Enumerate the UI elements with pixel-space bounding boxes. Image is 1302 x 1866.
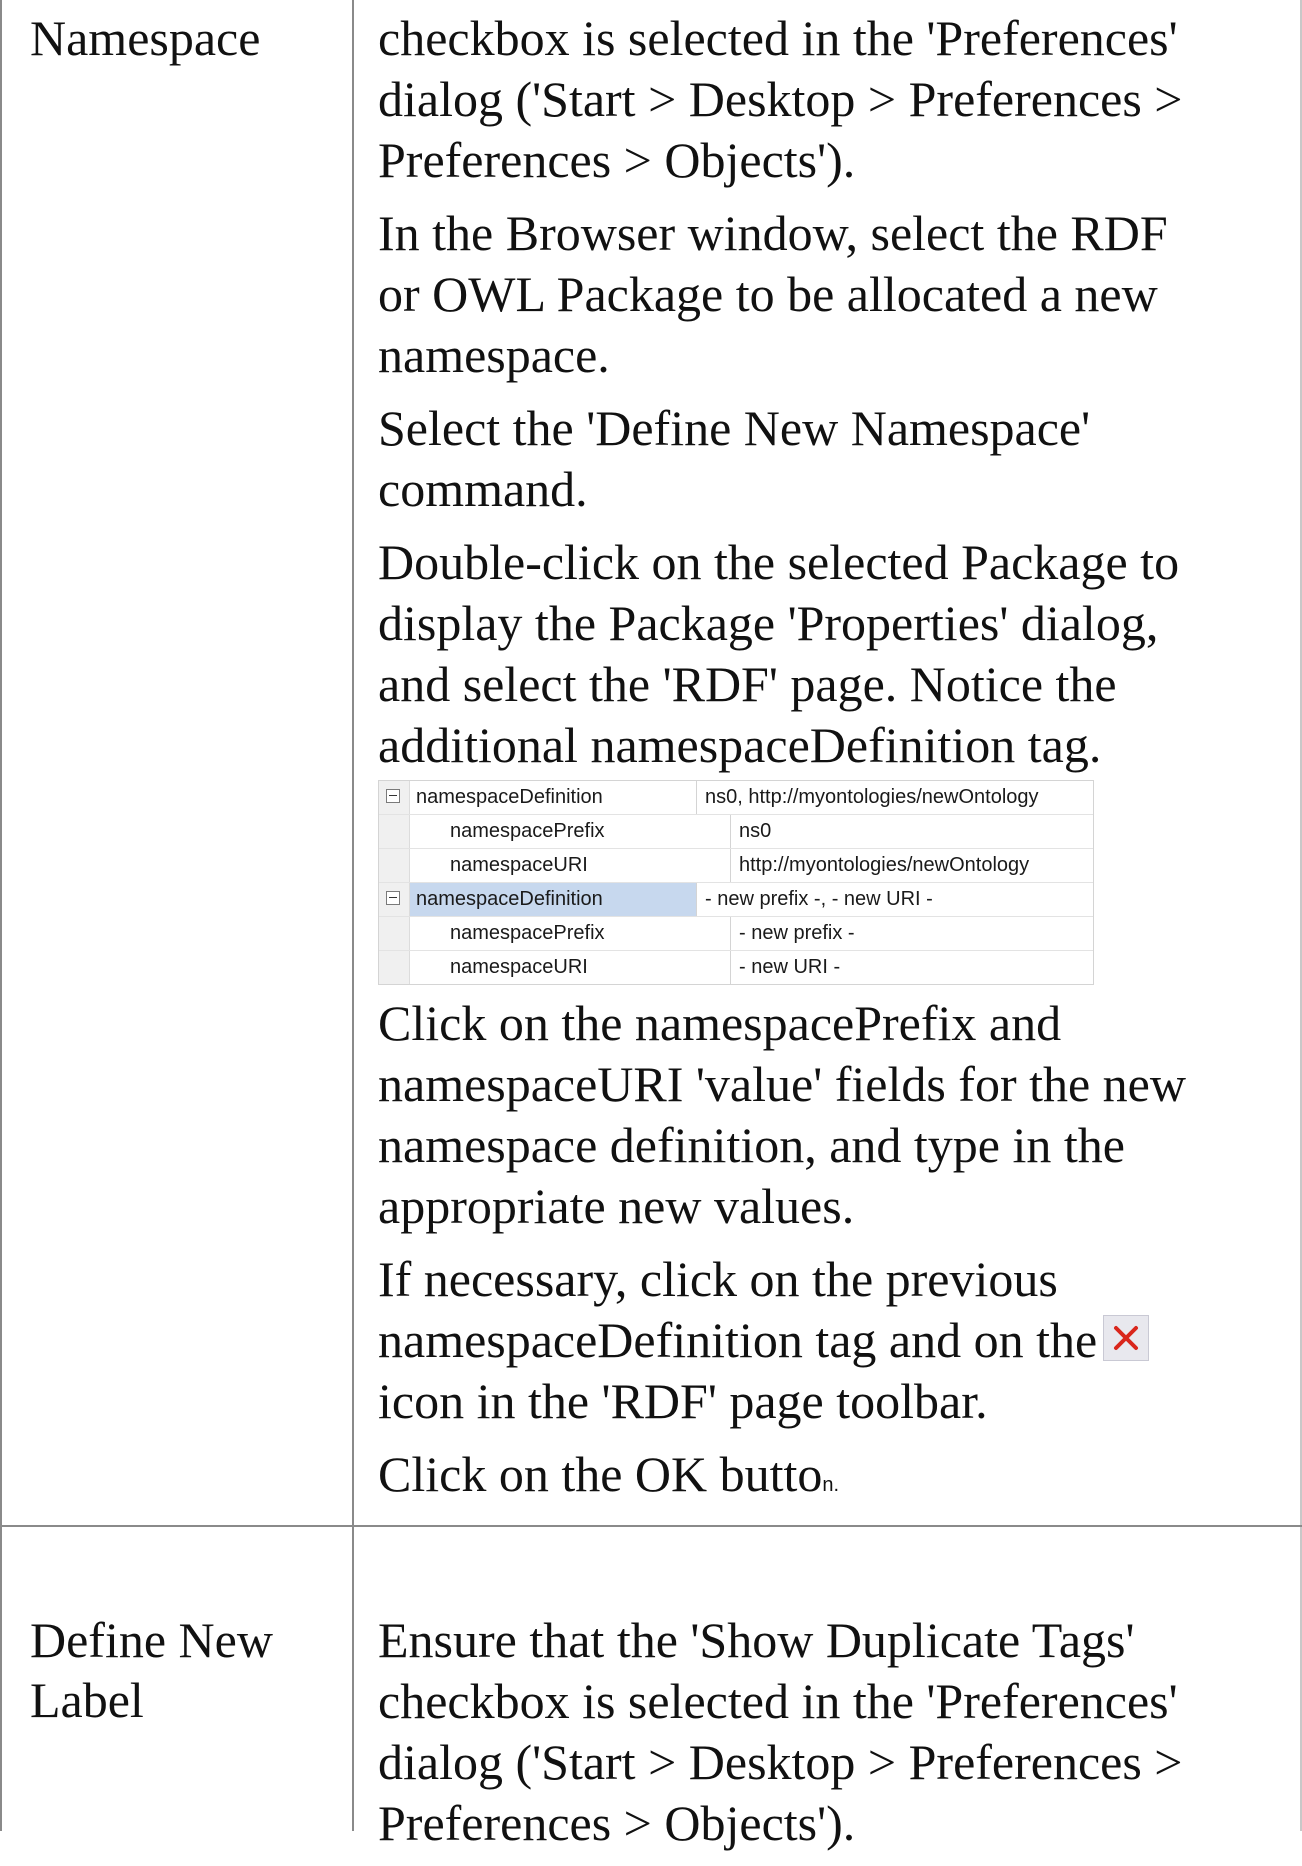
collapse-minus-icon[interactable] [386,891,400,905]
grid-property-value[interactable]: http://myontologies/newOntology [731,849,1093,882]
grid-property-name: namespacePrefix [410,815,731,848]
collapse-minus-icon[interactable] [386,789,400,803]
property-grid: namespaceDefinition ns0, http://myontolo… [378,780,1094,985]
document-table: Namespace checkbox is selected in the 'P… [0,0,1302,1851]
paragraph-double-click: Double-click on the selected Package to … [378,534,1180,773]
grid-property-value[interactable]: ns0 [731,815,1093,848]
grid-property-value[interactable]: - new prefix - [731,917,1093,950]
grid-row[interactable]: namespaceDefinition - new prefix -, - ne… [379,883,1093,917]
paragraph-click-fields: Click on the namespacePrefix and namespa… [378,995,1186,1234]
grid-property-name-selected: namespaceDefinition [410,883,697,916]
grid-property-value[interactable]: ns0, http://myontologies/newOntology [697,781,1093,814]
paragraph-checkbox-selected: checkbox is selected in the 'Preferences… [378,10,1183,188]
grid-property-name: namespaceURI [410,951,731,984]
grid-property-name: namespacePrefix [410,917,731,950]
grid-property-name: namespaceURI [410,849,731,882]
paragraph-ensure-duplicate-tags: Ensure that the 'Show Duplicate Tags' ch… [378,1612,1183,1851]
grid-row[interactable]: namespacePrefix ns0 [379,815,1093,849]
row-content-namespace: checkbox is selected in the 'Preferences… [378,8,1278,1528]
paragraph-define-command: Select the 'Define New Namespace' comman… [378,400,1091,517]
grid-row[interactable]: namespaceURI - new URI - [379,951,1093,984]
grid-row[interactable]: namespacePrefix - new prefix - [379,917,1093,951]
grid-property-name: namespaceDefinition [410,781,697,814]
grid-row[interactable]: namespaceURI http://myontologies/newOnto… [379,849,1093,883]
grid-property-value[interactable]: - new prefix -, - new URI - [697,883,1093,916]
paragraph-if-necessary: If necessary, click on the previous name… [378,1249,1278,1371]
table-border-left [0,0,2,1831]
paragraph-toolbar: icon in the 'RDF' page toolbar. [378,1373,988,1429]
column-divider [352,0,354,1831]
paragraph-click-ok: Click on the OK button. [378,1446,840,1502]
row-label-define-new-label: Define New Label [30,1612,273,1728]
delete-x-icon [1103,1315,1150,1361]
grid-row[interactable]: namespaceDefinition ns0, http://myontolo… [379,781,1093,815]
grid-property-value[interactable]: - new URI - [731,951,1093,984]
row-label-namespace: Namespace [30,10,261,66]
row-content-define-new-label: Ensure that the 'Show Duplicate Tags' ch… [378,1610,1278,1866]
paragraph-select-package: In the Browser window, select the RDF or… [378,205,1168,383]
